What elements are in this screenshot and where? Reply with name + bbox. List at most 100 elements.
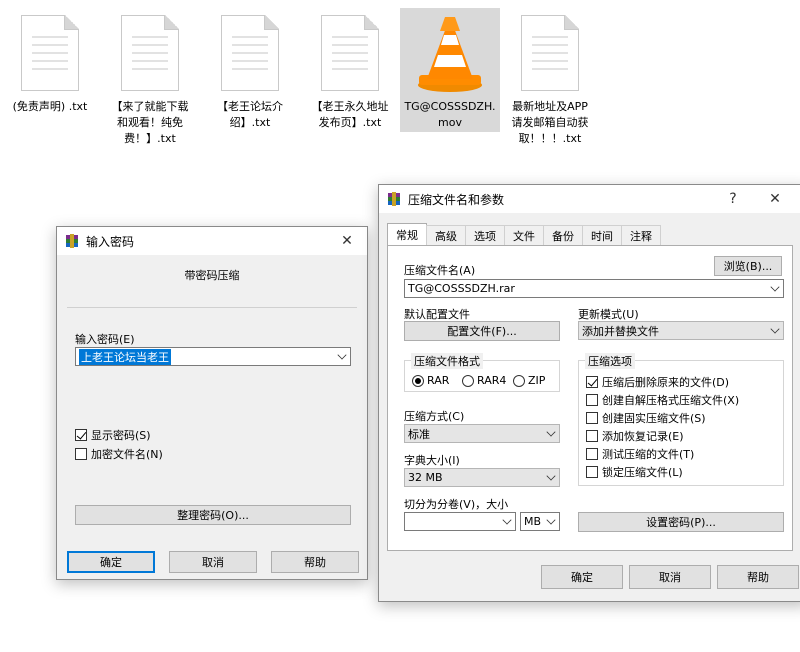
chevron-down-icon[interactable] — [502, 515, 512, 525]
tab-general[interactable]: 常规 — [387, 223, 427, 245]
option-test[interactable]: 测试压缩的文件(T) — [586, 446, 694, 462]
cancel-button[interactable]: 取消 — [169, 551, 257, 573]
file-latest-address[interactable]: 最新地址及APP 请发邮箱自动获 取！！！.txt — [500, 8, 600, 148]
checkbox-label: 加密文件名(N) — [91, 448, 163, 461]
format-rar-radio[interactable]: RAR — [412, 374, 449, 387]
format-rar4-radio[interactable]: RAR4 — [462, 374, 506, 387]
winrar-icon — [388, 192, 400, 206]
update-mode-value: 添加并替换文件 — [582, 324, 659, 338]
winrar-icon — [66, 234, 78, 248]
password-value: 上老王论坛当老王 — [79, 348, 171, 365]
tab-advanced[interactable]: 高级 — [426, 225, 466, 245]
format-group-title: 压缩文件格式 — [411, 353, 483, 369]
chevron-down-icon[interactable] — [770, 324, 780, 334]
close-icon[interactable]: ✕ — [329, 227, 365, 255]
checkbox-label: 添加恢复记录(E) — [602, 430, 684, 443]
password-dialog-titlebar[interactable]: 输入密码 ✕ — [57, 227, 367, 255]
split-size-input[interactable] — [404, 512, 516, 531]
radio-icon — [462, 374, 474, 387]
file-forum-intro[interactable]: 【老王论坛介 绍】.txt — [200, 8, 300, 132]
radio-label: RAR — [427, 374, 450, 387]
file-name: 【老王永久地址 发布页】.txt — [311, 100, 389, 129]
option-delete-after[interactable]: 压缩后删除原来的文件(D) — [586, 374, 729, 390]
file-video[interactable]: TG@COSSSDZH. mov — [400, 8, 500, 132]
file-name: 【老王论坛介 绍】.txt — [217, 100, 283, 129]
tab-options[interactable]: 选项 — [465, 225, 505, 245]
file-name: TG@COSSSDZH. mov — [400, 98, 500, 132]
default-profile-label: 默认配置文件 — [404, 308, 470, 321]
password-input[interactable]: 上老王论坛当老王 — [75, 347, 351, 366]
update-mode-label: 更新模式(U) — [578, 308, 639, 321]
chevron-down-icon[interactable] — [337, 350, 347, 360]
archive-name-value: TG@COSSSDZH.rar — [408, 282, 515, 295]
method-select[interactable]: 标准 — [404, 424, 560, 443]
checkbox-icon — [586, 430, 598, 442]
set-password-button[interactable]: 设置密码(P)... — [578, 512, 784, 532]
archive-name-label: 压缩文件名(A) — [404, 264, 476, 277]
checkbox-label: 压缩后删除原来的文件(D) — [602, 376, 730, 389]
text-file-icon — [300, 8, 400, 98]
checkbox-icon — [586, 448, 598, 460]
file-permanent-address[interactable]: 【老王永久地址 发布页】.txt — [300, 8, 400, 132]
radio-label: ZIP — [528, 374, 546, 387]
radio-label: RAR4 — [477, 374, 507, 387]
format-zip-radio[interactable]: ZIP — [513, 374, 545, 387]
checkbox-icon — [75, 429, 87, 441]
checkbox-icon — [586, 412, 598, 424]
option-lock[interactable]: 锁定压缩文件(L) — [586, 464, 683, 480]
file-name: 【来了就能下载 和观看！纯免 费！】.txt — [111, 100, 189, 145]
option-recovery[interactable]: 添加恢复记录(E) — [586, 428, 684, 444]
show-password-checkbox[interactable]: 显示密码(S) — [75, 427, 151, 443]
ok-button[interactable]: 确定 — [541, 565, 623, 589]
tab-files[interactable]: 文件 — [504, 225, 544, 245]
radio-icon — [412, 374, 424, 387]
text-file-icon — [500, 8, 600, 98]
browse-button[interactable]: 浏览(B)... — [714, 256, 782, 276]
tab-backup[interactable]: 备份 — [543, 225, 583, 245]
checkbox-icon — [586, 376, 598, 388]
chevron-down-icon[interactable] — [546, 515, 556, 525]
profiles-button[interactable]: 配置文件(F)... — [404, 321, 560, 341]
dialog-subtitle: 带密码压缩 — [184, 269, 240, 282]
archive-dialog-titlebar[interactable]: 压缩文件名和参数 ? ✕ — [379, 185, 800, 213]
file-disclaimer[interactable]: (免责声明) .txt — [0, 8, 100, 116]
text-file-icon — [100, 8, 200, 98]
chevron-down-icon[interactable] — [546, 471, 556, 481]
option-solid[interactable]: 创建固实压缩文件(S) — [586, 410, 706, 426]
close-icon[interactable]: ✕ — [757, 185, 793, 213]
dict-select[interactable]: 32 MB — [404, 468, 560, 487]
update-mode-select[interactable]: 添加并替换文件 — [578, 321, 784, 340]
checkbox-label: 创建固实压缩文件(S) — [602, 412, 706, 425]
option-sfx[interactable]: 创建自解压格式压缩文件(X) — [586, 392, 739, 408]
general-tab-panel: 压缩文件名(A) 浏览(B)... TG@COSSSDZH.rar 默认配置文件… — [387, 245, 793, 551]
ok-button[interactable]: 确定 — [67, 551, 155, 573]
split-label: 切分为分卷(V)，大小 — [404, 498, 509, 511]
method-value: 标准 — [408, 427, 430, 441]
help-button[interactable]: 帮助 — [717, 565, 799, 589]
organize-passwords-button[interactable]: 整理密码(O)... — [75, 505, 351, 525]
chevron-down-icon[interactable] — [770, 282, 780, 292]
password-label: 输入密码(E) — [75, 333, 135, 346]
checkbox-label: 测试压缩的文件(T) — [602, 448, 695, 461]
split-unit-value: MB — [524, 515, 542, 528]
options-group-title: 压缩选项 — [585, 353, 635, 369]
radio-icon — [513, 374, 525, 387]
split-unit-select[interactable]: MB — [520, 512, 560, 531]
checkbox-icon — [75, 448, 87, 460]
archive-dialog-title: 压缩文件名和参数 — [408, 192, 505, 207]
tab-comment[interactable]: 注释 — [621, 225, 661, 245]
method-label: 压缩方式(C) — [404, 410, 465, 423]
archive-name-input[interactable]: TG@COSSSDZH.rar — [404, 279, 784, 298]
dict-label: 字典大小(I) — [404, 454, 460, 467]
checkbox-icon — [586, 466, 598, 478]
file-free-download[interactable]: 【来了就能下载 和观看！纯免 费！】.txt — [100, 8, 200, 148]
archive-dialog: 压缩文件名和参数 ? ✕ 常规 高级 选项 文件 备份 时间 注释 压缩文件名(… — [378, 184, 800, 602]
tab-time[interactable]: 时间 — [582, 225, 622, 245]
chevron-down-icon[interactable] — [546, 427, 556, 437]
checkbox-label: 创建自解压格式压缩文件(X) — [602, 394, 740, 407]
help-button[interactable]: 帮助 — [271, 551, 359, 573]
cancel-button[interactable]: 取消 — [629, 565, 711, 589]
help-icon[interactable]: ? — [715, 185, 751, 213]
password-dialog-title: 输入密码 — [86, 234, 135, 249]
encrypt-filenames-checkbox[interactable]: 加密文件名(N) — [75, 446, 163, 462]
